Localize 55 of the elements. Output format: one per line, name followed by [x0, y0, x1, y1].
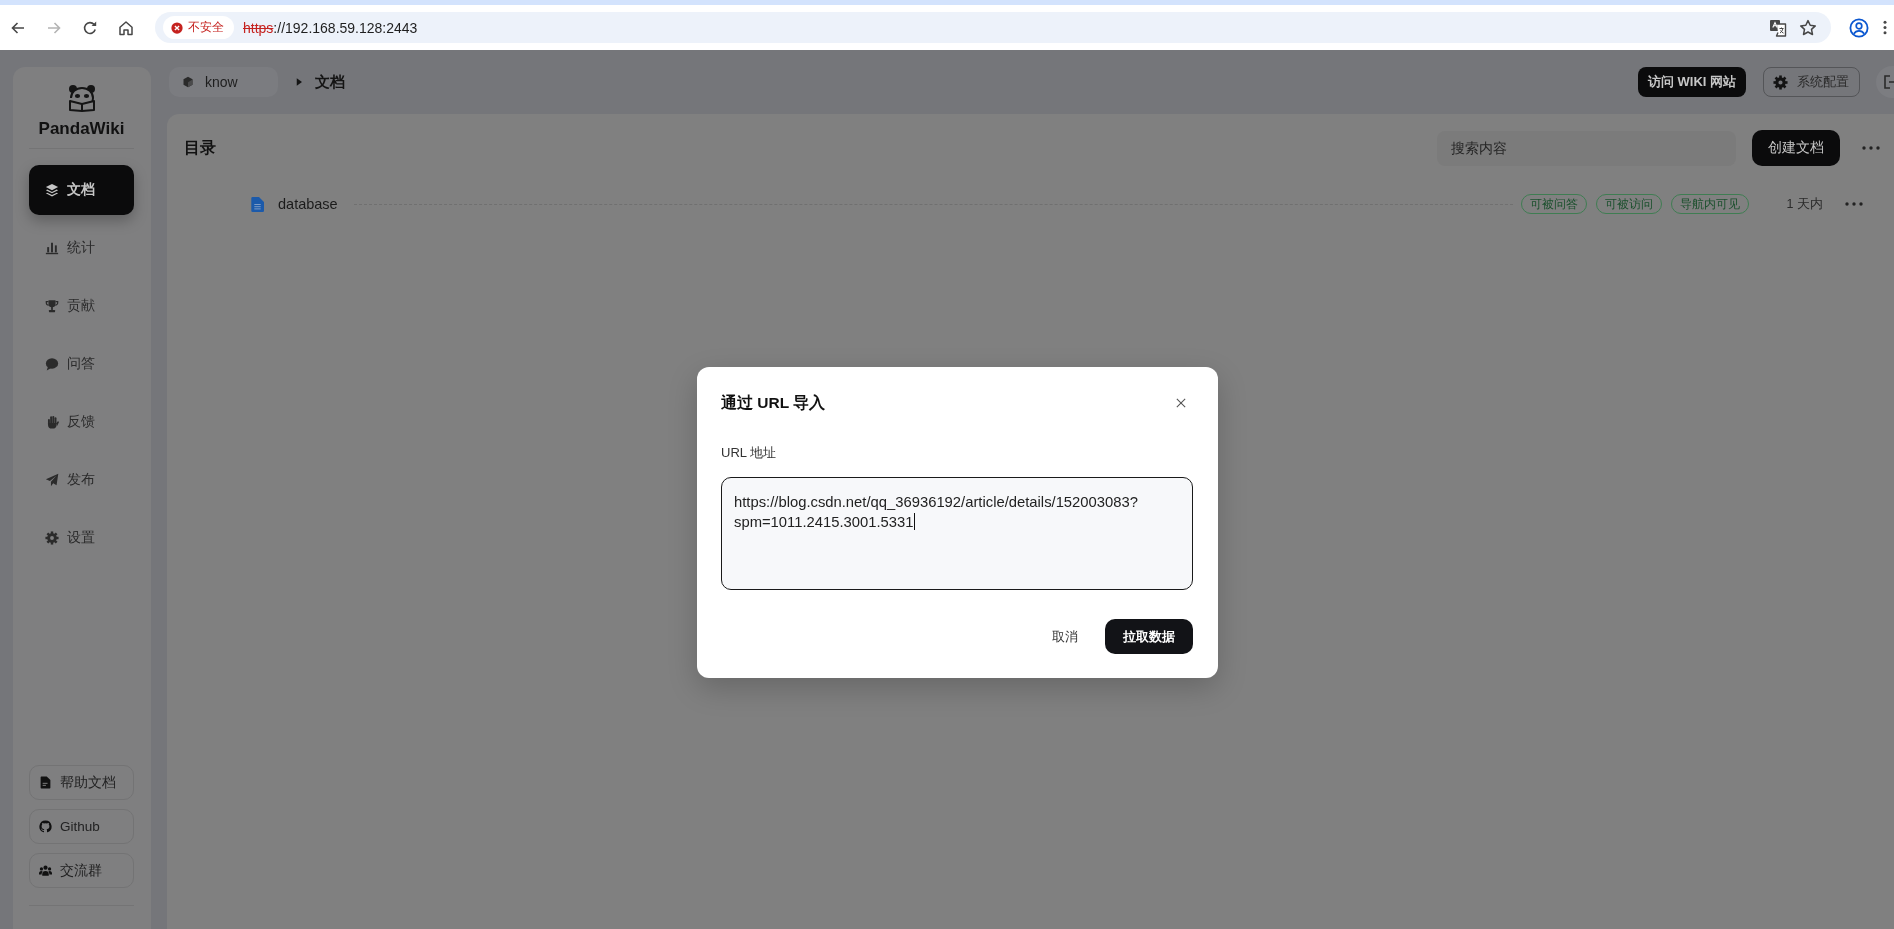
nav-item[interactable]: 贡献 — [29, 281, 134, 331]
layers-icon — [45, 183, 59, 197]
bar-chart-icon — [45, 241, 59, 255]
menu-icon[interactable] — [1883, 20, 1887, 35]
warning-icon — [171, 21, 183, 34]
visit-site-button[interactable]: 访问 WIKI 网站 — [1637, 67, 1746, 97]
more-icon[interactable] — [1862, 146, 1880, 150]
nav-item[interactable]: 发布 — [29, 455, 134, 505]
hand-icon — [45, 415, 59, 429]
sidebar-link[interactable]: Github — [29, 809, 134, 844]
nav-item[interactable]: 问答 — [29, 339, 134, 389]
url-input-field[interactable]: https://blog.csdn.net/qq_36936192/article/details/152003083?spm=1011.2415.3001.5331 — [721, 477, 1193, 590]
profile-icon[interactable] — [1849, 17, 1869, 38]
security-chip[interactable]: 不安全 — [163, 16, 234, 39]
gear-icon — [1773, 74, 1788, 90]
panda-logo-icon — [66, 84, 97, 112]
file-icon — [39, 776, 52, 789]
security-label: 不安全 — [188, 19, 224, 36]
cube-icon — [182, 76, 194, 88]
gear-icon — [45, 531, 59, 545]
brand-name: PandaWiki — [38, 118, 125, 140]
document-icon — [251, 196, 264, 212]
field-label: URL 地址 — [721, 444, 777, 462]
breadcrumb-current: 文档 — [315, 72, 345, 92]
nav-item[interactable]: 反馈 — [29, 397, 134, 447]
sidebar-link[interactable]: 帮助文档 — [29, 765, 134, 800]
text-cursor-icon — [913, 513, 915, 530]
updated-time: 1 天内 — [1786, 195, 1823, 213]
caret-icon — [296, 78, 302, 86]
create-document-button[interactable]: 创建文档 — [1752, 130, 1840, 166]
close-icon[interactable] — [1176, 398, 1186, 408]
settings-button[interactable]: 系统配置 — [1763, 67, 1860, 97]
github-icon — [39, 820, 52, 833]
document-name[interactable]: database — [278, 196, 338, 212]
url-text: https://192.168.59.128:2443 — [243, 19, 418, 36]
translate-icon[interactable] — [1769, 18, 1787, 37]
reload-icon[interactable] — [82, 19, 98, 36]
nav-item[interactable]: 文档 — [29, 165, 134, 215]
space-selector[interactable]: know — [169, 67, 278, 97]
dialog-title: 通过 URL 导入 — [721, 392, 826, 413]
fetch-data-button[interactable]: 拉取数据 — [1105, 619, 1193, 654]
trophy-icon — [45, 299, 59, 313]
section-title: 目录 — [184, 137, 216, 158]
search-field[interactable]: 搜索内容 — [1437, 130, 1736, 166]
star-icon[interactable] — [1799, 18, 1817, 37]
more-icon[interactable] — [1845, 202, 1863, 206]
paper-plane-icon — [45, 473, 59, 487]
sidebar-link[interactable]: 交流群 — [29, 853, 134, 888]
cancel-button[interactable]: 取消 — [1035, 619, 1095, 654]
home-icon[interactable] — [118, 19, 134, 36]
chat-bubble-icon — [45, 357, 59, 371]
nav-item[interactable]: 设置 — [29, 513, 134, 563]
address-bar[interactable]: 不安全 https://192.168.59.128:2443 — [155, 12, 1831, 43]
users-icon — [39, 864, 52, 877]
nav-item[interactable]: 统计 — [29, 223, 134, 273]
